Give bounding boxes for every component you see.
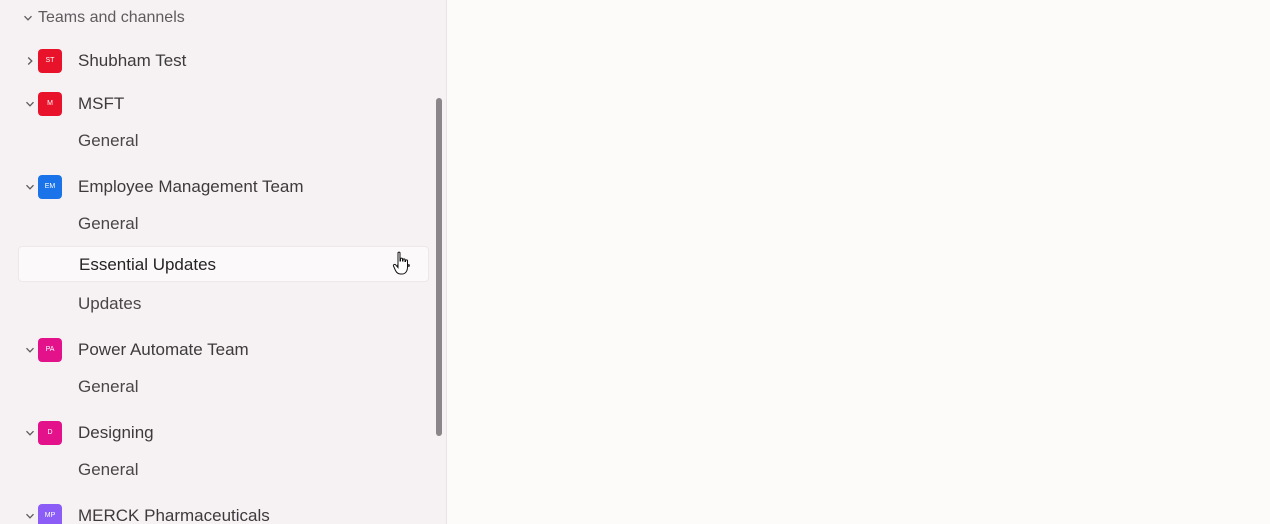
chevron-down-icon[interactable] [20, 177, 40, 197]
section-title: Teams and channels [38, 9, 185, 26]
sidebar-scrollbar[interactable] [436, 98, 442, 436]
chevron-down-icon[interactable] [20, 423, 40, 443]
team-avatar: D [38, 421, 62, 445]
team-row[interactable]: MP MERCK Pharmaceuticals [18, 498, 429, 524]
app-window: Teams and channels ST Shubham Test M MSFT Ge… [0, 0, 1270, 524]
channel-row[interactable]: General [18, 206, 429, 242]
channel-name: General [78, 377, 139, 396]
channel-name: General [78, 460, 139, 479]
team-avatar: M [38, 92, 62, 116]
content-pane [448, 0, 1270, 524]
chevron-down-icon[interactable] [20, 340, 40, 360]
channel-name: General [78, 214, 139, 233]
chevron-right-icon[interactable] [20, 51, 40, 71]
team-row[interactable]: PA Power Automate Team [18, 332, 429, 368]
chevron-down-icon[interactable] [20, 506, 40, 524]
channel-name: Updates [78, 294, 142, 313]
channel-name: Essential Updates [79, 255, 217, 274]
chevron-down-icon [18, 8, 38, 28]
team-name: Power Automate Team [78, 340, 249, 359]
team-avatar: MP [38, 504, 62, 524]
channel-row[interactable]: Updates [18, 286, 429, 322]
more-dot [401, 263, 405, 267]
team-name: Designing [78, 423, 154, 442]
channel-row[interactable]: General [18, 369, 429, 405]
chevron-down-icon[interactable] [20, 94, 40, 114]
more-dot [406, 263, 410, 267]
team-avatar: ST [38, 49, 62, 73]
teams-and-channels-header[interactable]: Teams and channels [18, 6, 185, 30]
teams-sidebar: Teams and channels ST Shubham Test M MSFT Ge… [0, 0, 447, 524]
channel-name: General [78, 131, 139, 150]
team-name: MERCK Pharmaceuticals [78, 506, 270, 524]
team-row[interactable]: D Designing [18, 415, 429, 451]
team-row[interactable]: ST Shubham Test [18, 43, 429, 79]
channel-row-selected[interactable]: Essential Updates [18, 246, 429, 282]
team-name: MSFT [78, 94, 125, 113]
channel-row[interactable]: General [18, 123, 429, 159]
team-name: Employee Management Team [78, 177, 304, 196]
team-row[interactable]: EM Employee Management Team [18, 169, 429, 205]
more-options-icon[interactable] [394, 257, 412, 273]
team-avatar: EM [38, 175, 62, 199]
channel-row[interactable]: General [18, 452, 429, 488]
more-dot [396, 263, 400, 267]
team-name: Shubham Test [78, 51, 187, 70]
team-avatar: PA [38, 338, 62, 362]
team-row[interactable]: M MSFT [18, 86, 429, 122]
